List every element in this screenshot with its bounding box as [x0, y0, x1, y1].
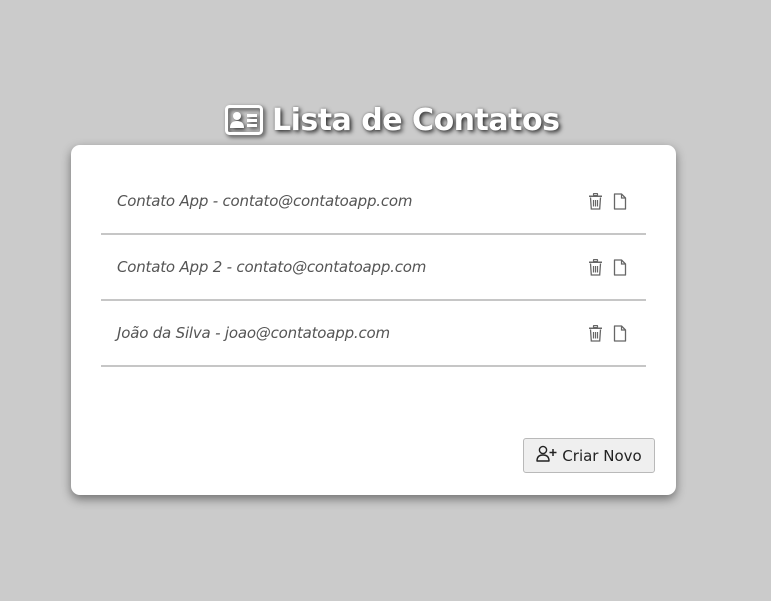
contacts-card: Contato App - contato@contatoapp.com Con… [71, 145, 676, 495]
trash-icon[interactable] [587, 192, 603, 210]
create-new-label: Criar Novo [562, 446, 642, 465]
contact-card-icon [225, 105, 263, 135]
list-item: Contato App 2 - contato@contatoapp.com [101, 235, 646, 301]
list-item: João da Silva - joao@contatoapp.com [101, 301, 646, 367]
file-icon[interactable] [612, 258, 628, 276]
contact-actions [587, 324, 628, 342]
file-icon[interactable] [612, 324, 628, 342]
contact-label: Contato App 2 - contato@contatoapp.com [117, 258, 427, 276]
contact-actions [587, 258, 628, 276]
contact-label: Contato App - contato@contatoapp.com [117, 192, 413, 210]
contact-list: Contato App - contato@contatoapp.com Con… [101, 169, 646, 367]
contact-actions [587, 192, 628, 210]
contact-label: João da Silva - joao@contatoapp.com [117, 324, 390, 342]
page-header: Lista de Contatos [225, 100, 560, 140]
list-item: Contato App - contato@contatoapp.com [101, 169, 646, 235]
create-new-button[interactable]: Criar Novo [523, 438, 655, 473]
page-title: Lista de Contatos [272, 102, 560, 138]
trash-icon[interactable] [587, 258, 603, 276]
trash-icon[interactable] [587, 324, 603, 342]
file-icon[interactable] [612, 192, 628, 210]
person-plus-icon [536, 445, 557, 466]
